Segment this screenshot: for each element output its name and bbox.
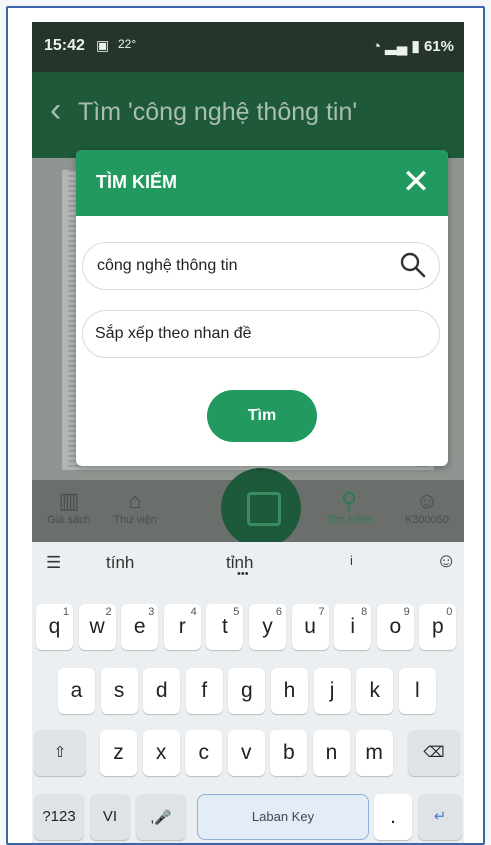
dialog-title: TÌM KIẾM — [96, 172, 177, 192]
key-v[interactable]: v — [227, 730, 265, 776]
wifi-icon: ◔ — [371, 38, 382, 55]
key-c[interactable]: c — [185, 730, 223, 776]
gallery-icon: ▣ — [96, 37, 110, 53]
menu-icon[interactable]: ☰ — [46, 553, 61, 573]
shift-icon[interactable]: ⇧ — [34, 730, 86, 776]
keyboard: ☰ tính tỉnh ••• i ☺ q1w2e3r4t5y6u7i8o9p0… — [32, 542, 464, 843]
nav-label: Giá sách — [47, 514, 91, 526]
key-number-hint: 1 — [62, 606, 69, 618]
key-number-hint: 2 — [105, 606, 112, 618]
bottom-navigation: ▥ Giá sách ⌂ Thư viện ⚲ Tìm kiếm ☺ K3000… — [32, 468, 464, 548]
key-m[interactable]: m — [355, 730, 393, 776]
bookshelf-icon: ▥ — [58, 488, 80, 513]
comma-mic-key[interactable]: ,🎤 — [136, 794, 186, 840]
app-header: ‹ Tìm 'công nghệ thông tin' — [32, 72, 464, 158]
search-submit-button[interactable]: Tìm — [207, 390, 317, 442]
key-row-4: ?123 VI ,🎤 Laban Key . ↵ — [32, 794, 464, 842]
key-g[interactable]: g — [228, 668, 266, 714]
search-icon: ⚲ — [340, 488, 358, 513]
nav-label: Thư viện — [113, 514, 157, 526]
dialog-header: TÌM KIẾM ✕ — [76, 150, 448, 216]
key-h[interactable]: h — [271, 668, 308, 714]
space-key[interactable]: Laban Key — [197, 794, 369, 840]
key-e[interactable]: e3 — [121, 604, 159, 650]
key-number-hint: 0 — [446, 606, 453, 618]
battery-level: 61% — [423, 38, 454, 55]
status-right: ◔ ▂▄ ▮ 61% — [372, 37, 454, 55]
key-r[interactable]: r4 — [163, 604, 201, 650]
symbols-key[interactable]: ?123 — [34, 794, 84, 840]
search-input[interactable] — [95, 243, 389, 289]
back-chevron-icon[interactable]: ‹ — [50, 90, 61, 130]
key-q[interactable]: q1 — [36, 604, 73, 650]
nav-item-bookshelf[interactable]: ▥ Giá sách — [34, 488, 104, 526]
suggestion-bar: ☰ tính tỉnh ••• i ☺ — [32, 542, 464, 584]
key-w[interactable]: w2 — [78, 604, 116, 650]
nav-item-account[interactable]: ☺ K300050 — [392, 488, 462, 526]
nav-item-search[interactable]: ⚲ Tìm kiếm — [314, 488, 384, 526]
backspace-icon[interactable]: ⌫ — [408, 730, 460, 776]
signal-icon: ▂▄ — [385, 38, 408, 55]
status-bar: 15:42 ▣ 22° ◔ ▂▄ ▮ 61% — [32, 22, 464, 72]
suggestion-1[interactable]: tính — [106, 553, 134, 573]
library-icon: ⌂ — [128, 488, 142, 513]
key-b[interactable]: b — [270, 730, 308, 776]
key-number-hint: 8 — [361, 606, 368, 618]
battery-icon: ▮ — [411, 38, 420, 55]
qr-scan-button[interactable] — [221, 468, 301, 548]
key-s[interactable]: s — [100, 668, 138, 714]
key-o[interactable]: o9 — [376, 604, 414, 650]
page-title: Tìm 'công nghệ thông tin' — [78, 98, 358, 126]
key-number-hint: 5 — [233, 606, 240, 618]
key-t[interactable]: t5 — [206, 604, 244, 650]
period-key[interactable]: . — [374, 794, 412, 840]
sort-label: Sắp xếp theo nhan đề — [95, 325, 252, 342]
key-n[interactable]: n — [313, 730, 350, 776]
emoji-icon[interactable]: ☺ — [436, 550, 456, 573]
key-number-hint: 4 — [190, 606, 197, 618]
nav-item-library[interactable]: ⌂ Thư viện — [100, 488, 170, 526]
temperature-label: 22° — [118, 37, 137, 51]
key-a[interactable]: a — [58, 668, 95, 714]
key-u[interactable]: u7 — [291, 604, 329, 650]
key-p[interactable]: p0 — [419, 604, 457, 650]
key-row-2: asdfghjkl — [32, 668, 464, 716]
key-f[interactable]: f — [185, 668, 223, 714]
screenshot-frame: 15:42 ▣ 22° ◔ ▂▄ ▮ 61% ‹ Tìm 'công nghệ … — [6, 6, 485, 845]
search-dialog: TÌM KIẾM ✕ Sắp xếp theo nhan đề Tìm — [76, 150, 448, 466]
language-key[interactable]: VI — [90, 794, 130, 840]
suggestion-3[interactable]: i — [350, 553, 353, 568]
sort-select[interactable]: Sắp xếp theo nhan đề — [82, 310, 440, 358]
key-z[interactable]: z — [100, 730, 137, 776]
key-x[interactable]: x — [142, 730, 180, 776]
key-y[interactable]: y6 — [249, 604, 286, 650]
key-j[interactable]: j — [313, 668, 351, 714]
search-field — [82, 242, 440, 290]
key-number-hint: 3 — [148, 606, 155, 618]
user-icon: ☺ — [415, 488, 439, 513]
key-number-hint: 7 — [318, 606, 325, 618]
more-dots-icon: ••• — [237, 568, 249, 580]
key-l[interactable]: l — [398, 668, 436, 714]
search-icon[interactable] — [399, 251, 427, 279]
status-time: 15:42 — [44, 37, 85, 54]
key-d[interactable]: d — [143, 668, 181, 714]
key-row-1: q1w2e3r4t5y6u7i8o9p0 — [32, 604, 464, 652]
enter-icon[interactable]: ↵ — [418, 794, 462, 840]
close-icon[interactable]: ✕ — [398, 162, 434, 202]
key-number-hint: 6 — [275, 606, 282, 618]
nav-label: Tìm kiếm — [326, 514, 372, 526]
nav-label: K300050 — [404, 514, 450, 526]
key-i[interactable]: i8 — [334, 604, 372, 650]
phone-screen: 15:42 ▣ 22° ◔ ▂▄ ▮ 61% ‹ Tìm 'công nghệ … — [32, 22, 464, 843]
qr-code-icon — [247, 492, 281, 526]
key-k[interactable]: k — [356, 668, 394, 714]
key-number-hint: 9 — [403, 606, 410, 618]
key-row-3: ⇧ z x c v b n m ⌫ — [32, 730, 464, 778]
